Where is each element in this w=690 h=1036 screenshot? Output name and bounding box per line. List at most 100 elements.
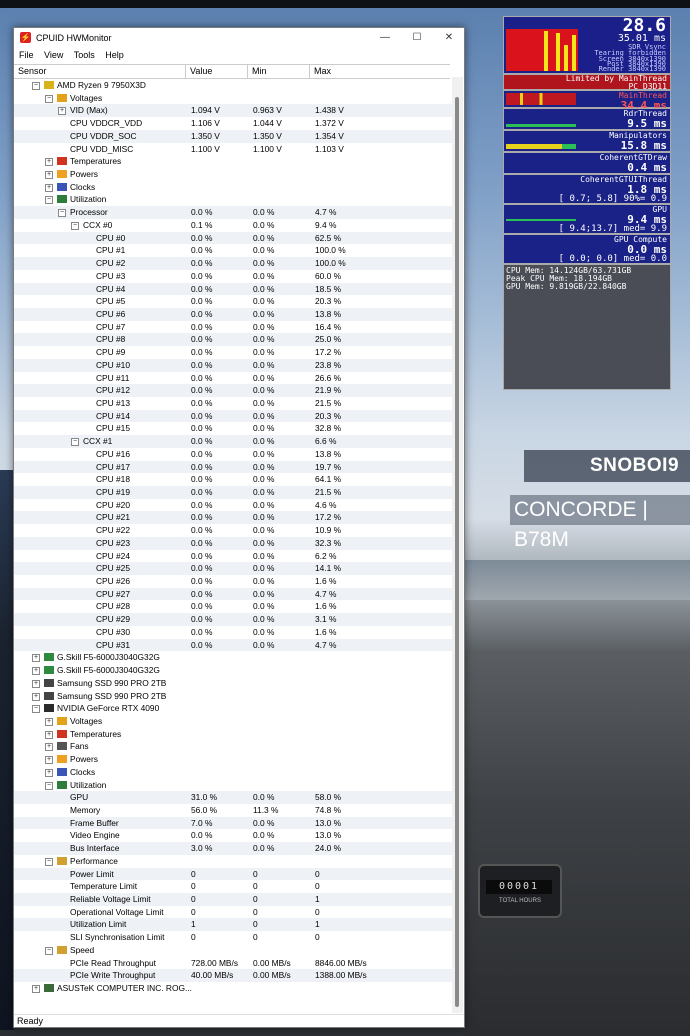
sensor-row[interactable]: + Clocks bbox=[14, 766, 452, 779]
sensor-row[interactable]: CPU #3 0.0 % 0.0 % 60.0 % bbox=[14, 270, 452, 283]
sensor-row[interactable]: + Powers bbox=[14, 168, 452, 181]
sensor-row[interactable]: + Temperatures bbox=[14, 728, 452, 741]
vertical-scrollbar[interactable] bbox=[452, 77, 463, 1013]
sensor-row[interactable]: CPU #6 0.0 % 0.0 % 13.8 % bbox=[14, 307, 452, 321]
sensor-row[interactable]: Utilization Limit 1 0 1 bbox=[14, 918, 452, 932]
expand-icon[interactable]: + bbox=[32, 679, 40, 688]
sensor-row[interactable]: Bus Interface 3.0 % 0.0 % 24.0 % bbox=[14, 842, 452, 855]
sensor-row[interactable]: + Samsung SSD 990 PRO 2TB bbox=[14, 690, 452, 703]
sensor-row[interactable]: Reliable Voltage Limit 0 0 1 bbox=[14, 893, 452, 906]
sensor-row[interactable]: CPU #15 0.0 % 0.0 % 32.8 % bbox=[14, 422, 452, 435]
sensor-row[interactable]: − Utilization bbox=[14, 193, 452, 206]
sensor-row[interactable]: + Powers bbox=[14, 753, 452, 766]
expand-icon[interactable]: + bbox=[45, 730, 53, 739]
menu-file[interactable]: File bbox=[19, 50, 34, 60]
sensor-row[interactable]: CPU #29 0.0 % 0.0 % 3.1 % bbox=[14, 613, 452, 626]
sensor-row[interactable]: CPU #8 0.0 % 0.0 % 25.0 % bbox=[14, 333, 452, 347]
sensor-row[interactable]: CPU #21 0.0 % 0.0 % 17.2 % bbox=[14, 511, 452, 525]
column-max[interactable]: Max bbox=[310, 65, 450, 78]
sensor-row[interactable]: CPU #0 0.0 % 0.0 % 62.5 % bbox=[14, 231, 452, 245]
sensor-row[interactable]: CPU #20 0.0 % 0.0 % 4.6 % bbox=[14, 499, 452, 512]
sensor-row[interactable]: CPU #17 0.0 % 0.0 % 19.7 % bbox=[14, 460, 452, 474]
sensor-row[interactable]: CPU #27 0.0 % 0.0 % 4.7 % bbox=[14, 587, 452, 601]
expand-icon[interactable]: + bbox=[45, 756, 53, 765]
sensor-row[interactable]: Video Engine 0.0 % 0.0 % 13.0 % bbox=[14, 829, 452, 842]
sensor-row[interactable]: Power Limit 0 0 0 bbox=[14, 867, 452, 881]
sensor-row[interactable]: GPU 31.0 % 0.0 % 58.0 % bbox=[14, 791, 452, 804]
sensor-row[interactable]: + Temperatures bbox=[14, 155, 452, 168]
sensor-row[interactable]: Frame Buffer 7.0 % 0.0 % 13.0 % bbox=[14, 816, 452, 830]
sensor-row[interactable]: CPU #31 0.0 % 0.0 % 4.7 % bbox=[14, 638, 452, 652]
sensor-row[interactable]: CPU #7 0.0 % 0.0 % 16.4 % bbox=[14, 321, 452, 334]
sensor-row[interactable]: PCIe Read Throughput 728.00 MB/s 0.00 MB/s… bbox=[14, 957, 452, 970]
column-min[interactable]: Min bbox=[248, 65, 310, 78]
sensor-row[interactable]: CPU #24 0.0 % 0.0 % 6.2 % bbox=[14, 550, 452, 563]
expand-icon[interactable]: + bbox=[45, 171, 53, 180]
sensor-row[interactable]: CPU #30 0.0 % 0.0 % 1.6 % bbox=[14, 626, 452, 639]
column-value[interactable]: Value bbox=[186, 65, 248, 78]
menu-tools[interactable]: Tools bbox=[74, 50, 95, 60]
expand-icon[interactable]: + bbox=[45, 717, 53, 726]
sensor-row[interactable]: CPU VDDR_SOC 1.350 V 1.350 V 1.354 V bbox=[14, 129, 452, 143]
sensor-row[interactable]: CPU #19 0.0 % 0.0 % 21.5 % bbox=[14, 486, 452, 499]
expand-icon[interactable]: + bbox=[45, 158, 53, 167]
collapse-icon[interactable]: − bbox=[45, 196, 53, 205]
sensor-row[interactable]: CPU #11 0.0 % 0.0 % 26.6 % bbox=[14, 372, 452, 385]
sensor-row[interactable]: CPU #28 0.0 % 0.0 % 1.6 % bbox=[14, 600, 452, 613]
sensor-row[interactable]: CPU VDDCR_VDD 1.106 V 1.044 V 1.372 V bbox=[14, 117, 452, 130]
sensor-row[interactable]: CPU #25 0.0 % 0.0 % 14.1 % bbox=[14, 562, 452, 576]
expand-icon[interactable]: + bbox=[32, 692, 40, 701]
sensor-row[interactable]: SLI Synchronisation Limit 0 0 0 bbox=[14, 931, 452, 944]
sensor-row[interactable]: + VID (Max) 1.094 V 0.963 V 1.438 V bbox=[14, 104, 452, 118]
sensor-row[interactable]: CPU #14 0.0 % 0.0 % 20.3 % bbox=[14, 409, 452, 423]
collapse-icon[interactable]: − bbox=[45, 946, 53, 955]
sensor-row[interactable]: + ASUSTeK COMPUTER INC. ROG... bbox=[14, 982, 452, 995]
sensor-row[interactable]: CPU #13 0.0 % 0.0 % 21.5 % bbox=[14, 397, 452, 410]
collapse-icon[interactable]: − bbox=[32, 705, 40, 714]
collapse-icon[interactable]: − bbox=[58, 209, 66, 218]
sensor-row[interactable]: + G.Skill F5-6000J3040G32G bbox=[14, 664, 452, 677]
sensor-row[interactable]: CPU #5 0.0 % 0.0 % 20.3 % bbox=[14, 295, 452, 308]
collapse-icon[interactable]: − bbox=[32, 82, 40, 90]
expand-icon[interactable]: + bbox=[45, 768, 53, 777]
sensor-row[interactable]: − Utilization bbox=[14, 779, 452, 792]
sensor-row[interactable]: CPU #23 0.0 % 0.0 % 32.3 % bbox=[14, 536, 452, 550]
sensor-row[interactable]: + G.Skill F5-6000J3040G32G bbox=[14, 651, 452, 664]
sensor-row[interactable]: CPU #2 0.0 % 0.0 % 100.0 % bbox=[14, 257, 452, 270]
sensor-row[interactable]: CPU #18 0.0 % 0.0 % 64.1 % bbox=[14, 473, 452, 486]
sensor-row[interactable]: − Voltages bbox=[14, 92, 452, 105]
sensor-row[interactable]: + Fans bbox=[14, 740, 452, 753]
close-button[interactable]: ✕ bbox=[434, 28, 464, 48]
sensor-row[interactable]: CPU #10 0.0 % 0.0 % 23.8 % bbox=[14, 358, 452, 372]
sensor-row[interactable]: − Speed bbox=[14, 944, 452, 957]
sensor-row[interactable]: + Samsung SSD 990 PRO 2TB bbox=[14, 677, 452, 690]
sensor-row[interactable]: CPU #1 0.0 % 0.0 % 100.0 % bbox=[14, 244, 452, 257]
column-sensor[interactable]: Sensor bbox=[14, 65, 186, 78]
maximize-button[interactable]: ☐ bbox=[402, 28, 432, 48]
collapse-icon[interactable]: − bbox=[71, 221, 79, 230]
sensor-row[interactable]: Operational Voltage Limit 0 0 0 bbox=[14, 906, 452, 919]
sensor-row[interactable]: PCIe Write Throughput 40.00 MB/s 0.00 MB/s… bbox=[14, 969, 452, 983]
sensor-row[interactable]: + Clocks bbox=[14, 181, 452, 194]
sensor-row[interactable]: + Voltages bbox=[14, 715, 452, 728]
expand-icon[interactable]: + bbox=[45, 743, 53, 752]
collapse-icon[interactable]: − bbox=[45, 781, 53, 790]
sensor-row[interactable]: CPU #22 0.0 % 0.0 % 10.9 % bbox=[14, 524, 452, 537]
sensor-row[interactable]: CPU #12 0.0 % 0.0 % 21.9 % bbox=[14, 384, 452, 397]
expand-icon[interactable]: + bbox=[58, 107, 66, 116]
collapse-icon[interactable]: − bbox=[71, 438, 79, 447]
title-bar[interactable]: ⚡ CPUID HWMonitor — ☐ ✕ bbox=[14, 28, 464, 48]
sensor-row[interactable]: − Processor 0.0 % 0.0 % 4.7 % bbox=[14, 206, 452, 219]
minimize-button[interactable]: — bbox=[370, 28, 400, 48]
expand-icon[interactable]: + bbox=[32, 667, 40, 676]
collapse-icon[interactable]: − bbox=[45, 857, 53, 866]
menu-help[interactable]: Help bbox=[105, 50, 124, 60]
expand-icon[interactable]: + bbox=[32, 985, 40, 994]
sensor-row[interactable]: CPU #16 0.0 % 0.0 % 13.8 % bbox=[14, 448, 452, 461]
scrollbar-thumb[interactable] bbox=[455, 97, 459, 1007]
expand-icon[interactable]: + bbox=[45, 183, 53, 192]
collapse-icon[interactable]: − bbox=[45, 94, 53, 103]
expand-icon[interactable]: + bbox=[32, 654, 40, 663]
sensor-row[interactable]: − NVIDIA GeForce RTX 4090 bbox=[14, 702, 452, 715]
sensor-row[interactable]: − AMD Ryzen 9 7950X3D bbox=[14, 79, 452, 92]
